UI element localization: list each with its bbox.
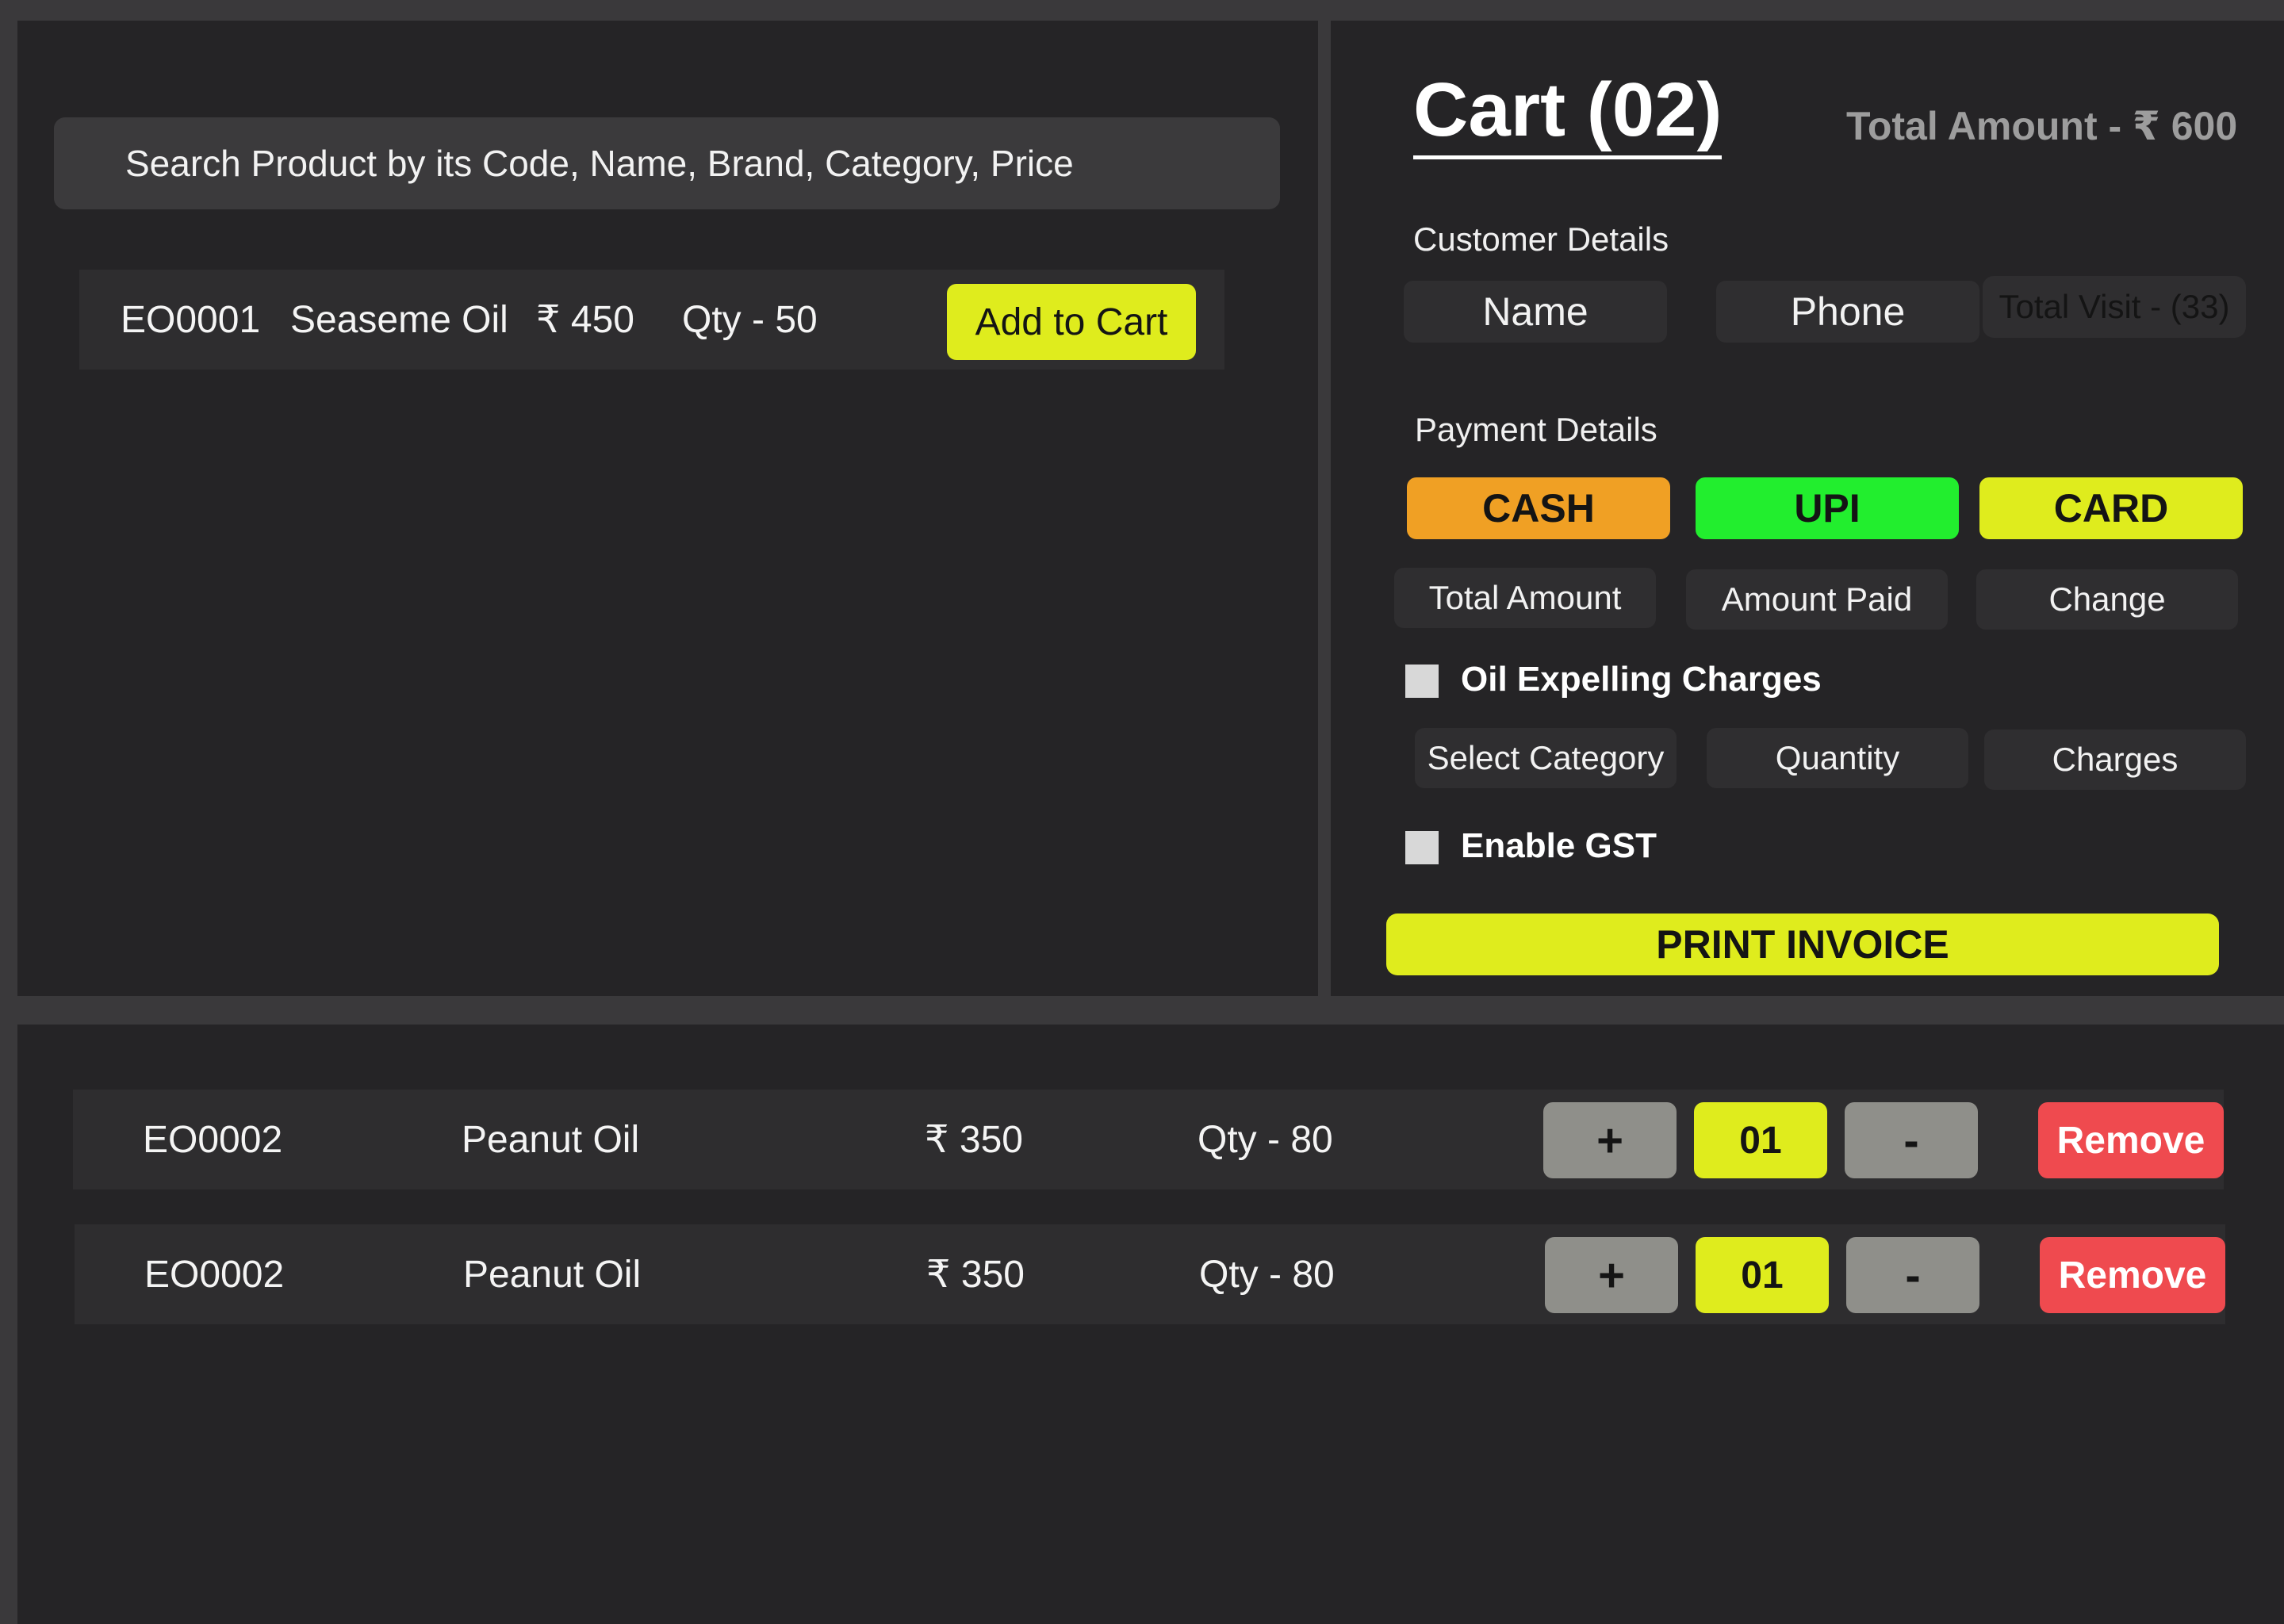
increase-qty-button[interactable]: + <box>1545 1237 1678 1313</box>
cart-item-name: Peanut Oil <box>462 1118 640 1161</box>
cart-item-code: EO0002 <box>144 1253 285 1296</box>
customer-name-placeholder: Name <box>1482 289 1588 334</box>
cart-item-price: ₹ 350 <box>925 1119 1023 1161</box>
product-stock: Qty - 50 <box>682 298 818 341</box>
select-category-dropdown[interactable]: Select Category <box>1415 728 1677 788</box>
amount-paid-field[interactable]: Amount Paid <box>1686 569 1948 630</box>
amount-paid-placeholder: Amount Paid <box>1721 580 1913 618</box>
cart-item-code: EO0002 <box>143 1118 283 1161</box>
product-search-input[interactable]: Search Product by its Code, Name, Brand,… <box>54 117 1280 209</box>
expelling-quantity-field[interactable]: Quantity <box>1707 728 1968 788</box>
decrease-qty-button[interactable]: - <box>1845 1102 1978 1178</box>
cart-item-stock: Qty - 80 <box>1198 1118 1333 1161</box>
cart-title: Cart (02) <box>1413 67 1723 159</box>
expelling-quantity-placeholder: Quantity <box>1775 739 1900 776</box>
item-qty-value: 01 <box>1694 1102 1827 1178</box>
remove-item-button[interactable]: Remove <box>2038 1102 2224 1178</box>
item-qty-value: 01 <box>1696 1237 1829 1313</box>
customer-details-label: Customer Details <box>1413 220 1669 258</box>
add-to-cart-button[interactable]: Add to Cart <box>947 284 1196 360</box>
card-button[interactable]: CARD <box>1979 477 2243 539</box>
decrease-qty-button[interactable]: - <box>1846 1237 1979 1313</box>
oil-expelling-checkbox[interactable] <box>1405 665 1439 698</box>
oil-expelling-label: Oil Expelling Charges <box>1461 660 1822 699</box>
select-category-placeholder: Select Category <box>1427 739 1665 776</box>
remove-item-button[interactable]: Remove <box>2040 1237 2225 1313</box>
cart-total-amount: Total Amount - ₹ 600 <box>1846 104 2238 148</box>
cart-item-name: Peanut Oil <box>463 1253 642 1296</box>
customer-phone-field[interactable]: Phone <box>1716 281 1979 343</box>
total-amount-placeholder: Total Amount <box>1428 579 1622 616</box>
enable-gst-checkbox[interactable] <box>1405 831 1439 864</box>
total-amount-field[interactable]: Total Amount <box>1394 568 1656 628</box>
cart-item-price: ₹ 350 <box>926 1254 1025 1296</box>
product-code: EO0001 <box>121 298 261 341</box>
customer-phone-placeholder: Phone <box>1790 289 1906 334</box>
product-name: Seaseme Oil <box>290 298 508 341</box>
search-placeholder: Search Product by its Code, Name, Brand,… <box>125 143 1074 184</box>
increase-qty-button[interactable]: + <box>1543 1102 1677 1178</box>
cart-item-stock: Qty - 80 <box>1199 1253 1335 1296</box>
payment-details-label: Payment Details <box>1415 411 1657 448</box>
cash-button[interactable]: CASH <box>1407 477 1670 539</box>
customer-name-field[interactable]: Name <box>1404 281 1667 343</box>
total-visit-badge: Total Visit - (33) <box>1983 276 2246 338</box>
print-invoice-button[interactable]: PRINT INVOICE <box>1386 914 2219 975</box>
product-price: ₹ 450 <box>536 299 634 341</box>
change-placeholder: Change <box>2048 580 2166 618</box>
expelling-charges-field[interactable]: Charges <box>1984 730 2246 790</box>
expelling-charges-placeholder: Charges <box>2052 741 2179 778</box>
cart-item-row: EO0002 Peanut Oil ₹ 350 Qty - 80 + 01 - … <box>75 1224 2225 1324</box>
enable-gst-label: Enable GST <box>1461 826 1657 865</box>
change-field[interactable]: Change <box>1976 569 2238 630</box>
upi-button[interactable]: UPI <box>1696 477 1959 539</box>
cart-item-row: EO0002 Peanut Oil ₹ 350 Qty - 80 + 01 - … <box>73 1090 2224 1189</box>
total-visit-text: Total Visit - (33) <box>1998 288 2230 325</box>
